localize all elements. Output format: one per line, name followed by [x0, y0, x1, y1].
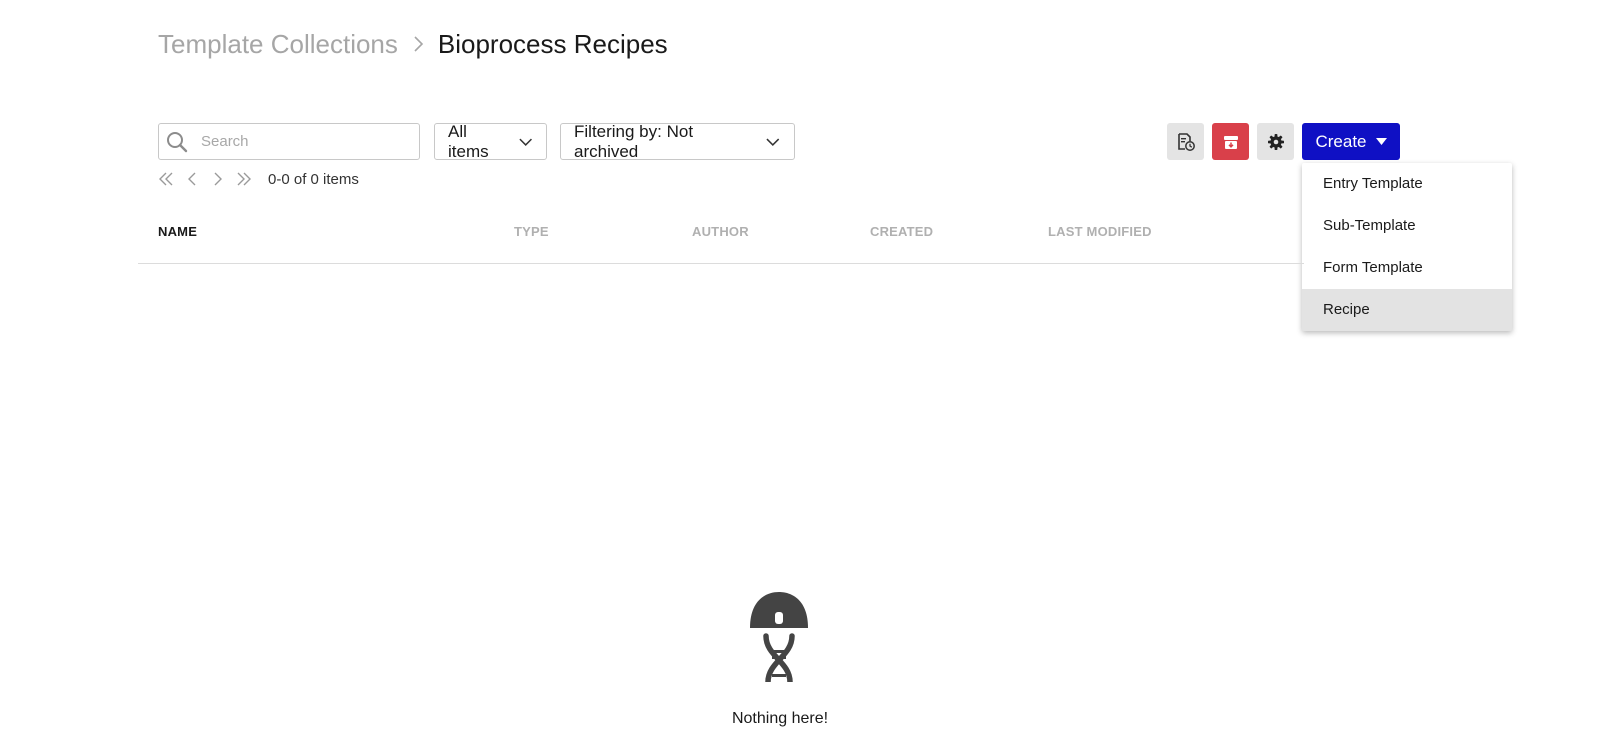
menu-item-form-template[interactable]: Form Template	[1302, 247, 1512, 289]
menu-item-recipe[interactable]: Recipe	[1302, 289, 1512, 331]
search-box[interactable]	[158, 123, 420, 160]
page-title: Bioprocess Recipes	[437, 28, 668, 59]
breadcrumb: Template Collections Bioprocess Recipes	[158, 26, 668, 62]
gear-icon	[1267, 133, 1284, 150]
column-header-last-modified[interactable]: LAST MODIFIED	[1048, 224, 1152, 239]
last-page-icon[interactable]	[236, 171, 252, 187]
create-button[interactable]: Create	[1302, 123, 1400, 160]
column-header-name[interactable]: NAME	[158, 224, 197, 239]
history-button[interactable]	[1167, 123, 1204, 160]
settings-button[interactable]	[1257, 123, 1294, 160]
column-header-author[interactable]: AUTHOR	[692, 224, 749, 239]
search-input[interactable]	[201, 133, 401, 150]
chevron-right-icon	[414, 36, 424, 52]
breadcrumb-template-collections[interactable]: Template Collections	[158, 29, 398, 60]
chevron-down-icon	[519, 138, 532, 146]
menu-item-entry-template[interactable]: Entry Template	[1302, 163, 1512, 205]
caret-down-icon	[1375, 138, 1387, 145]
archive-filter-label: Filtering by: Not archived	[574, 121, 694, 161]
dna-helmet-icon	[750, 592, 808, 682]
document-history-icon	[1177, 132, 1195, 151]
items-filter-label: All items	[448, 121, 489, 161]
next-page-icon[interactable]	[210, 171, 226, 187]
previous-page-icon[interactable]	[184, 171, 200, 187]
items-filter-dropdown[interactable]: All items	[434, 121, 547, 161]
pagination: 0-0 of 0 items	[158, 168, 359, 190]
create-menu: Entry Template Sub-Template Form Templat…	[1302, 163, 1512, 331]
table-divider	[138, 263, 1304, 264]
chevron-down-icon	[766, 138, 780, 146]
archive-button[interactable]	[1212, 123, 1249, 160]
column-header-type[interactable]: TYPE	[514, 224, 549, 239]
search-icon	[167, 131, 188, 152]
create-button-label: Create	[1315, 131, 1367, 151]
table-header: NAME TYPE AUTHOR CREATED LAST MODIFIED	[0, 224, 1600, 244]
item-count: 0-0 of 0 items	[268, 170, 359, 188]
empty-state-message: Nothing here!	[731, 710, 829, 727]
archive-box-icon	[1223, 135, 1238, 149]
first-page-icon[interactable]	[158, 171, 174, 187]
column-header-created[interactable]: CREATED	[870, 224, 933, 239]
archive-filter-dropdown[interactable]: Filtering by: Not archived	[560, 121, 795, 161]
